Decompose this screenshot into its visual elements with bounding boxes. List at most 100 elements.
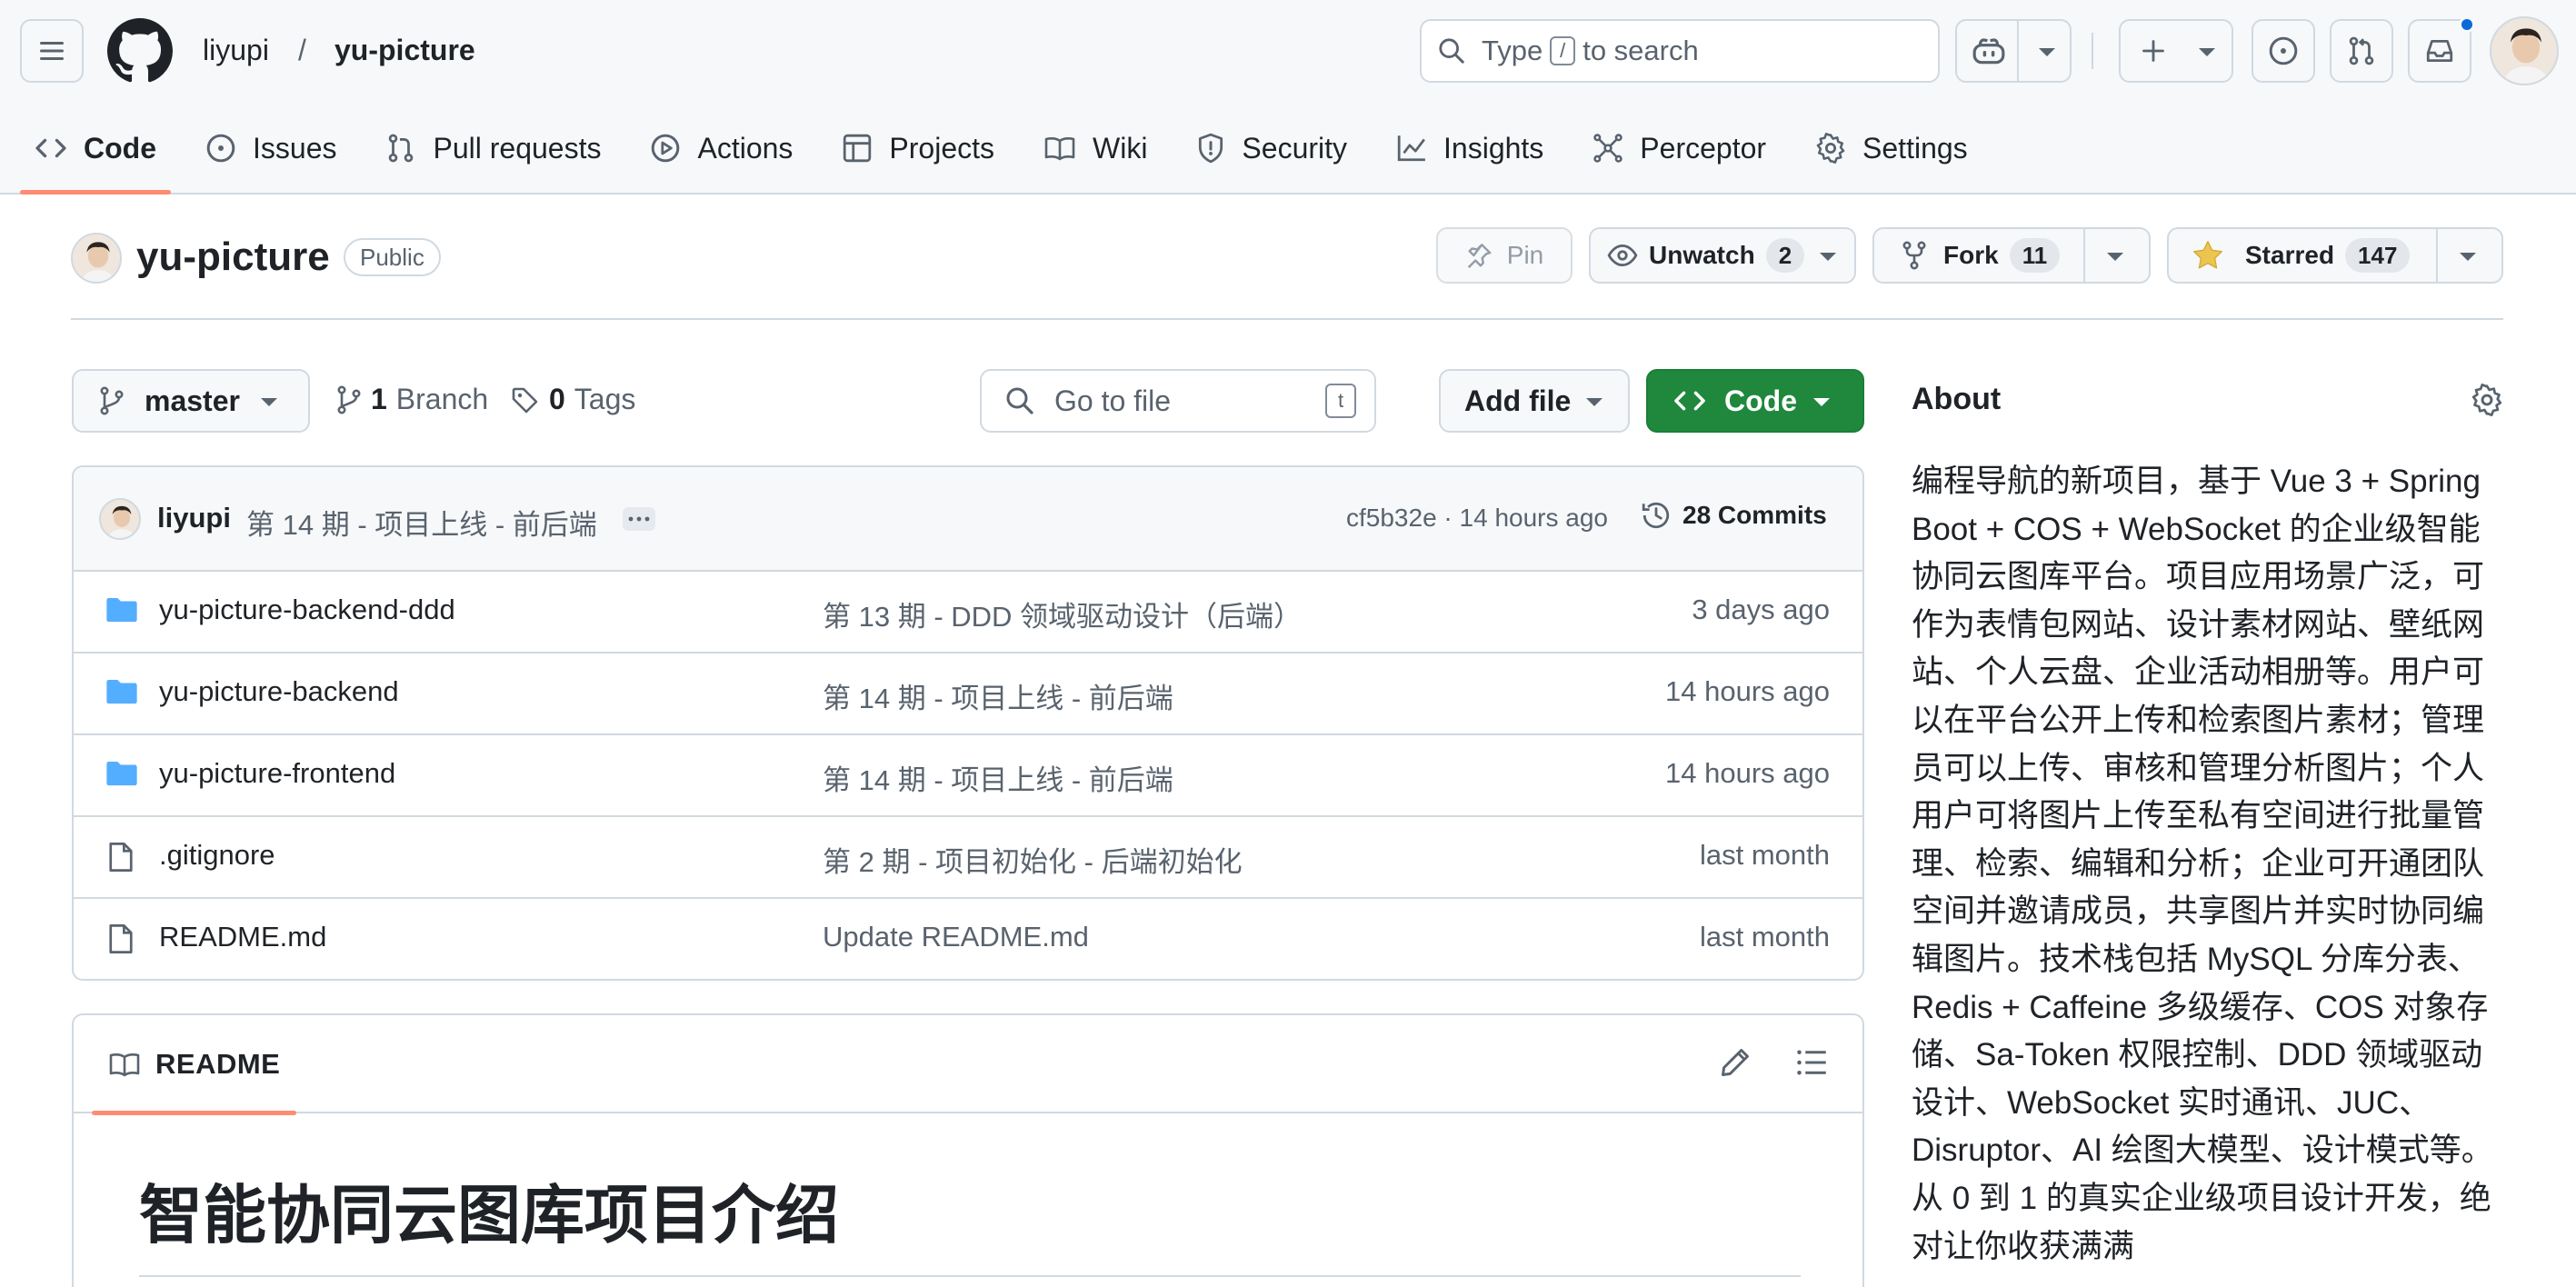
latest-commit-bar: liyupi 第 14 期 - 项目上线 - 前后端 cf5b32e · 14 …: [74, 467, 1862, 572]
pencil-icon: [1719, 1046, 1752, 1079]
chevron-down-icon: [1820, 253, 1836, 261]
commit-author[interactable]: liyupi: [157, 502, 231, 534]
github-logo-icon[interactable]: [107, 18, 173, 84]
inbox-icon: [2424, 35, 2455, 66]
tab-actions[interactable]: Actions: [635, 116, 807, 180]
tab-label: Issues: [253, 131, 337, 165]
breadcrumb-owner[interactable]: liyupi: [203, 31, 269, 69]
table-row[interactable]: yu-picture-backend 第 14 期 - 项目上线 - 前后端 1…: [74, 653, 1862, 735]
issue-icon: [205, 133, 253, 164]
issues-button[interactable]: [2252, 19, 2315, 83]
starred-label: Starred: [2245, 241, 2335, 269]
file-commit-message[interactable]: 第 14 期 - 项目上线 - 前后端: [823, 675, 1173, 716]
go-to-file-shortcut-key: t: [1325, 384, 1356, 418]
menu-button[interactable]: [20, 19, 84, 83]
tab-label: Insights: [1443, 131, 1544, 165]
table-row[interactable]: README.md Update README.md last month: [74, 899, 1862, 979]
tab-code[interactable]: Code: [20, 116, 171, 195]
table-row[interactable]: .gitignore 第 2 期 - 项目初始化 - 后端初始化 last mo…: [74, 817, 1862, 899]
commits-link[interactable]: 28 Commits: [1641, 500, 1827, 531]
folder-icon: [105, 595, 139, 624]
unwatch-button[interactable]: Unwatch 2: [1589, 227, 1856, 284]
file-name[interactable]: yu-picture-backend: [159, 675, 399, 708]
nodes-icon: [1593, 133, 1640, 164]
tab-insights[interactable]: Insights: [1382, 116, 1558, 180]
file-name[interactable]: yu-picture-frontend: [159, 757, 395, 790]
pin-button[interactable]: Pin: [1436, 227, 1573, 284]
tab-settings[interactable]: Settings: [1801, 116, 1982, 180]
tab-label: Code: [84, 131, 156, 165]
chevron-down-icon: [2460, 253, 2476, 261]
file-date: last month: [1699, 839, 1830, 871]
chevron-down-icon: [2199, 48, 2215, 56]
about-description: 编程导航的新项目，基于 Vue 3 + Spring Boot + COS + …: [1912, 464, 2493, 1264]
tab-label: Perceptor: [1640, 131, 1767, 165]
tags-link[interactable]: 0 Tags: [511, 383, 635, 416]
tab-wiki[interactable]: Wiki: [1029, 116, 1162, 180]
chevron-down-icon: [2039, 48, 2055, 56]
starred-button[interactable]: Starred 147: [2167, 227, 2503, 284]
folder-icon: [105, 677, 139, 706]
table-row[interactable]: yu-picture-frontend 第 14 期 - 项目上线 - 前后端 …: [74, 735, 1862, 817]
create-new-button[interactable]: [2119, 19, 2233, 83]
about-heading: About: [1912, 382, 2002, 416]
global-search-input[interactable]: Type / to search: [1420, 19, 1940, 83]
repo-header-divider: [71, 318, 2503, 320]
user-avatar[interactable]: [2490, 16, 2559, 85]
file-commit-message[interactable]: 第 2 期 - 项目初始化 - 后端初始化: [823, 839, 1243, 880]
branch-selector[interactable]: master: [72, 369, 310, 433]
edit-readme-button[interactable]: [1719, 1046, 1752, 1079]
commit-hash-time[interactable]: cf5b32e · 14 hours ago: [1346, 504, 1608, 533]
table-row[interactable]: yu-picture-backend-ddd 第 13 期 - DDD 领域驱动…: [74, 572, 1862, 653]
fork-label: Fork: [1943, 241, 1999, 269]
global-header: liyupi / yu-picture Type / to search Cod…: [0, 0, 2576, 195]
branches-link[interactable]: 1 Branch: [336, 383, 488, 416]
star-count: 147: [2345, 238, 2411, 273]
go-to-file-input[interactable]: Go to file t: [980, 369, 1376, 433]
repo-tabs: Code Issues Pull requests Actions Projec…: [20, 116, 2002, 195]
expand-commit-button[interactable]: [623, 507, 655, 531]
file-name[interactable]: .gitignore: [159, 839, 275, 872]
add-file-button[interactable]: Add file: [1439, 369, 1630, 433]
file-date: last month: [1699, 921, 1830, 953]
branch-label: Branch: [395, 383, 489, 415]
tab-projects[interactable]: Projects: [827, 116, 1009, 180]
about-settings-button[interactable]: [2471, 384, 2503, 416]
tab-issues[interactable]: Issues: [191, 116, 351, 180]
file-commit-message[interactable]: Update README.md: [823, 921, 1089, 953]
file-commit-message[interactable]: 第 14 期 - 项目上线 - 前后端: [823, 757, 1173, 798]
readme-heading-divider: [139, 1275, 1801, 1277]
file-commit-message[interactable]: 第 13 期 - DDD 领域驱动设计（后端）: [823, 594, 1302, 634]
book-icon: [108, 1051, 141, 1078]
repo-name[interactable]: yu-picture: [136, 233, 330, 282]
file-name[interactable]: yu-picture-backend-ddd: [159, 594, 455, 626]
file-date: 14 hours ago: [1665, 757, 1830, 789]
watch-count: 2: [1765, 238, 1805, 273]
tab-perceptor[interactable]: Perceptor: [1578, 116, 1781, 180]
file-icon: [106, 923, 135, 955]
fork-button[interactable]: Fork 11: [1872, 227, 2151, 284]
breadcrumb-repo[interactable]: yu-picture: [334, 31, 475, 69]
branch-name: master: [145, 384, 240, 417]
commits-count-label: 28 Commits: [1682, 501, 1827, 529]
star-filled-icon: [2192, 240, 2223, 271]
pull-requests-button[interactable]: [2330, 19, 2393, 83]
unwatch-label: Unwatch: [1649, 241, 1755, 269]
fork-icon: [1902, 241, 1927, 270]
file-name[interactable]: README.md: [159, 921, 326, 953]
table-icon: [842, 133, 889, 164]
readme-panel: README 智能协同云图库项目介绍: [72, 1013, 1864, 1287]
repo-owner-avatar: [71, 233, 122, 284]
copilot-button[interactable]: [1955, 19, 2072, 83]
hamburger-icon: [38, 40, 65, 62]
branch-icon: [99, 386, 125, 415]
tab-pull-requests[interactable]: Pull requests: [371, 116, 615, 180]
commit-author-avatar[interactable]: [99, 498, 141, 540]
history-icon: [1641, 500, 1672, 531]
tab-security[interactable]: Security: [1182, 116, 1362, 180]
commit-message[interactable]: 第 14 期 - 项目上线 - 前后端: [246, 502, 597, 543]
outline-button[interactable]: [1795, 1046, 1828, 1079]
readme-tab[interactable]: README: [92, 1015, 297, 1115]
code-button[interactable]: Code: [1646, 369, 1864, 433]
eye-icon: [1607, 244, 1638, 267]
